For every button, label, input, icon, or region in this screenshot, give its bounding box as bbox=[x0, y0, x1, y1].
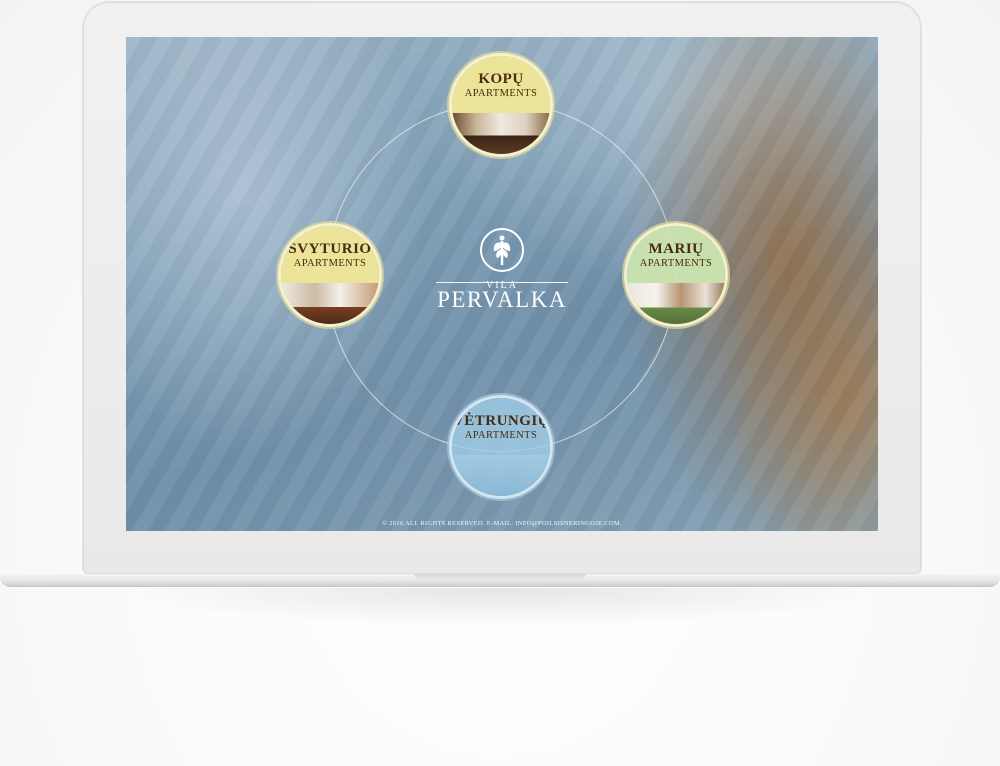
apartment-svyturio-name: ŠVYTURIO bbox=[288, 241, 372, 257]
footer-copyright: © 2016 ALL RIGHTS RESERVED. E-MAIL: INFO… bbox=[382, 520, 622, 527]
apartment-kopu-name: KOPŲ bbox=[478, 71, 524, 87]
apartment-kopu-link[interactable]: KOPŲ APARTMENTS bbox=[449, 53, 553, 157]
apartment-vetrungiu-sub: APARTMENTS bbox=[464, 430, 538, 441]
apartment-mariu-link[interactable]: MARIŲ APARTMENTS bbox=[624, 223, 728, 327]
laptop-mockup: KOPŲ APARTMENTS MARIŲ APARTMENTS ŠVYTURI… bbox=[0, 0, 1000, 766]
brand-logo[interactable]: VILA PERVALKA bbox=[432, 227, 572, 313]
laptop-opening-notch bbox=[414, 574, 586, 579]
apartment-vetrungiu-link[interactable]: VĖTRUNGIŲ APARTMENTS bbox=[449, 395, 553, 499]
apartment-svyturio-sub: APARTMENTS bbox=[293, 258, 367, 269]
laptop-shadow bbox=[120, 588, 880, 628]
apartment-vetrungiu-photo bbox=[452, 454, 550, 496]
tree-logo-icon bbox=[480, 228, 524, 272]
apartment-svyturio-photo bbox=[281, 282, 379, 324]
apartment-kopu-photo bbox=[452, 112, 550, 154]
logo-divider: VILA bbox=[432, 275, 572, 291]
laptop-base bbox=[0, 574, 1000, 586]
apartment-kopu-sub: APARTMENTS bbox=[464, 88, 538, 99]
brand-prefix: VILA bbox=[486, 280, 518, 291]
apartment-vetrungiu-name: VĖTRUNGIŲ bbox=[452, 413, 550, 429]
apartment-mariu-sub: APARTMENTS bbox=[639, 258, 713, 269]
apartment-mariu-name: MARIŲ bbox=[648, 241, 704, 257]
apartment-mariu-photo bbox=[627, 282, 725, 324]
apartment-svyturio-link[interactable]: ŠVYTURIO APARTMENTS bbox=[278, 223, 382, 327]
website-screen: KOPŲ APARTMENTS MARIŲ APARTMENTS ŠVYTURI… bbox=[126, 37, 878, 531]
